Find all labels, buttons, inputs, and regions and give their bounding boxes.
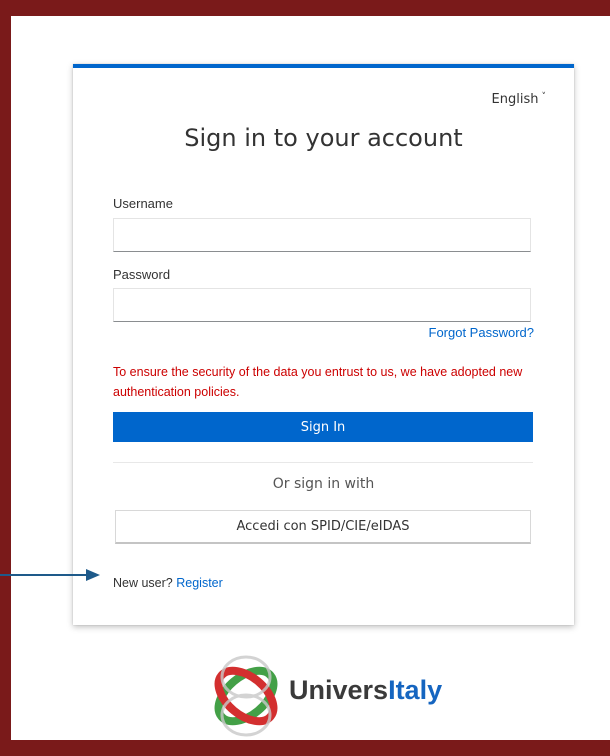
sign-in-button[interactable]: Sign In bbox=[113, 412, 533, 442]
logo-mark-icon bbox=[214, 655, 278, 737]
spid-login-button[interactable]: Accedi con SPID/CIE/eIDAS bbox=[115, 510, 531, 544]
password-input[interactable] bbox=[113, 288, 531, 322]
divider bbox=[113, 462, 533, 463]
logo-word-univers: Univers bbox=[289, 675, 389, 705]
password-label: Password bbox=[113, 267, 171, 282]
new-user-row: New user? Register bbox=[113, 576, 223, 590]
chevron-down-icon: ˅ bbox=[541, 92, 547, 102]
page-background: English ˅ Sign in to your account Usernam… bbox=[11, 16, 610, 740]
new-user-text: New user? bbox=[113, 576, 173, 590]
language-label: English bbox=[491, 92, 539, 107]
register-link[interactable]: Register bbox=[176, 576, 223, 590]
page-title: Sign in to your account bbox=[184, 124, 463, 152]
logo-wordmark: UniversItaly bbox=[289, 675, 442, 706]
username-label: Username bbox=[113, 196, 173, 211]
forgot-password-link[interactable]: Forgot Password? bbox=[429, 325, 535, 340]
security-notice: To ensure the security of the data you e… bbox=[113, 365, 523, 399]
universitaly-logo: UniversItaly bbox=[201, 641, 481, 751]
or-sign-in-with-label: Or sign in with bbox=[272, 476, 375, 492]
logo-word-italy: Italy bbox=[388, 675, 443, 705]
language-selector[interactable]: English ˅ bbox=[492, 92, 546, 107]
username-input[interactable] bbox=[113, 218, 531, 252]
login-card: English ˅ Sign in to your account Usernam… bbox=[73, 64, 574, 625]
arrow-right-icon bbox=[0, 569, 100, 581]
